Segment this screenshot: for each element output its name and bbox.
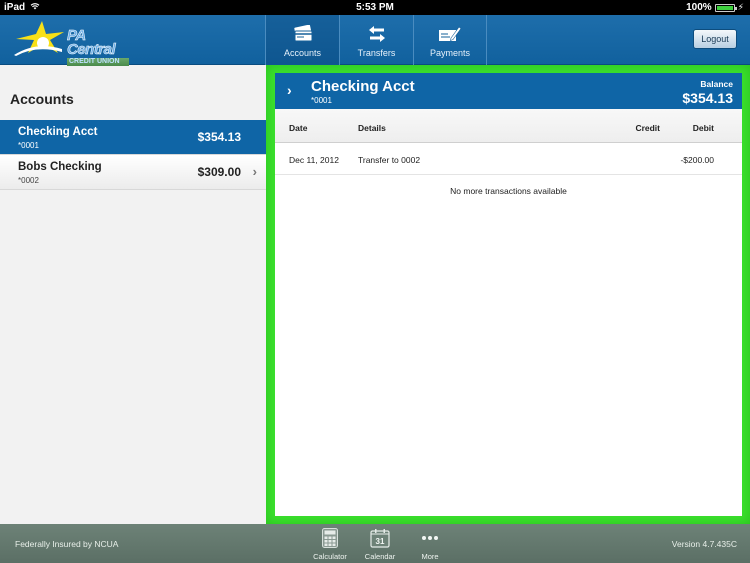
clock: 5:53 PM <box>356 2 394 13</box>
detail-account-name: Checking Acct <box>311 78 415 95</box>
ncua-notice: Federally Insured by NCUA <box>15 539 119 549</box>
main-nav: Accounts Transfers Payments <box>265 15 487 65</box>
transaction-date: Dec 11, 2012 <box>289 155 339 165</box>
detail-account-number: *0001 <box>311 96 332 105</box>
account-name: Checking Acct <box>18 126 98 138</box>
account-balance: $354.13 <box>197 130 241 144</box>
check-pen-icon <box>439 26 462 41</box>
balance-label: Balance <box>700 79 733 89</box>
column-date: Date <box>289 123 308 133</box>
account-balance: $309.00 <box>197 165 241 179</box>
credit-union-logo: PA Central CREDIT UNION <box>14 19 129 66</box>
account-detail-header: › Checking Acct *0001 Balance $354.13 <box>275 73 742 109</box>
account-item-selected[interactable]: Checking Acct *0001 $354.13 <box>0 120 274 155</box>
tab-label: Transfers <box>357 48 396 58</box>
battery-percent: 100% <box>686 2 712 13</box>
column-debit: Debit <box>692 123 714 133</box>
no-more-transactions: No more transactions available <box>450 186 567 196</box>
detail-balance: $354.13 <box>682 90 733 106</box>
more-button[interactable]: More <box>405 527 455 561</box>
more-dots-icon <box>422 536 438 540</box>
account-number: *0001 <box>18 141 39 150</box>
calendar-day: 31 <box>376 537 385 546</box>
account-item[interactable]: Bobs Checking *0002 $309.00 › <box>0 155 266 190</box>
battery-icon <box>714 3 737 12</box>
status-bar: iPad 5:53 PM 100% ⚡ <box>0 0 750 15</box>
tab-payments[interactable]: Payments <box>413 15 487 65</box>
transactions-header: Date Details Credit Debit <box>275 109 742 143</box>
calculator-icon <box>322 528 338 548</box>
calendar-icon: 31 <box>370 529 390 548</box>
star-logo-icon <box>14 21 64 56</box>
chevron-right-icon: › <box>252 164 257 179</box>
accounts-sidebar: Accounts Checking Acct *0001 $354.13 Bob… <box>0 66 274 524</box>
logout-button[interactable]: Logout <box>693 29 737 49</box>
column-credit: Credit <box>635 123 660 133</box>
app-header: PA Central CREDIT UNION Accounts Transfe… <box>0 15 750 66</box>
tab-label: Payments <box>429 48 471 58</box>
account-number: *0002 <box>18 176 39 185</box>
calculator-button[interactable]: Calculator <box>305 527 355 561</box>
tab-transfers[interactable]: Transfers <box>339 15 413 65</box>
tab-label: Accounts <box>283 48 322 58</box>
account-name: Bobs Checking <box>18 161 102 173</box>
account-detail-panel: › Checking Acct *0001 Balance $354.13 Da… <box>275 73 742 516</box>
calendar-button[interactable]: 31 Calendar <box>355 527 405 561</box>
transfer-arrows-icon <box>368 26 385 42</box>
column-details: Details <box>358 123 386 133</box>
tool-label: More <box>421 552 439 561</box>
app-footer: Federally Insured by NCUA Calculator 31 … <box>0 524 750 563</box>
accounts-card-icon <box>293 25 312 42</box>
tab-accounts[interactable]: Accounts <box>265 15 339 65</box>
tool-label: Calculator <box>313 552 347 561</box>
footer-tools: Calculator 31 Calendar More <box>305 527 455 561</box>
chevron-right-icon[interactable]: › <box>287 82 292 98</box>
transaction-row[interactable]: Dec 11, 2012 Transfer to 0002 -$200.00 <box>275 143 742 175</box>
charging-icon: ⚡ <box>737 2 744 12</box>
version-label: Version 4.7.435C <box>671 539 737 549</box>
transaction-details: Transfer to 0002 <box>358 155 421 165</box>
logo-line1: PA Central <box>67 27 116 58</box>
logo-line2: CREDIT UNION <box>67 58 129 66</box>
tool-label: Calendar <box>364 552 396 561</box>
sidebar-title: Accounts <box>10 91 74 107</box>
transaction-debit: -$200.00 <box>680 155 714 165</box>
